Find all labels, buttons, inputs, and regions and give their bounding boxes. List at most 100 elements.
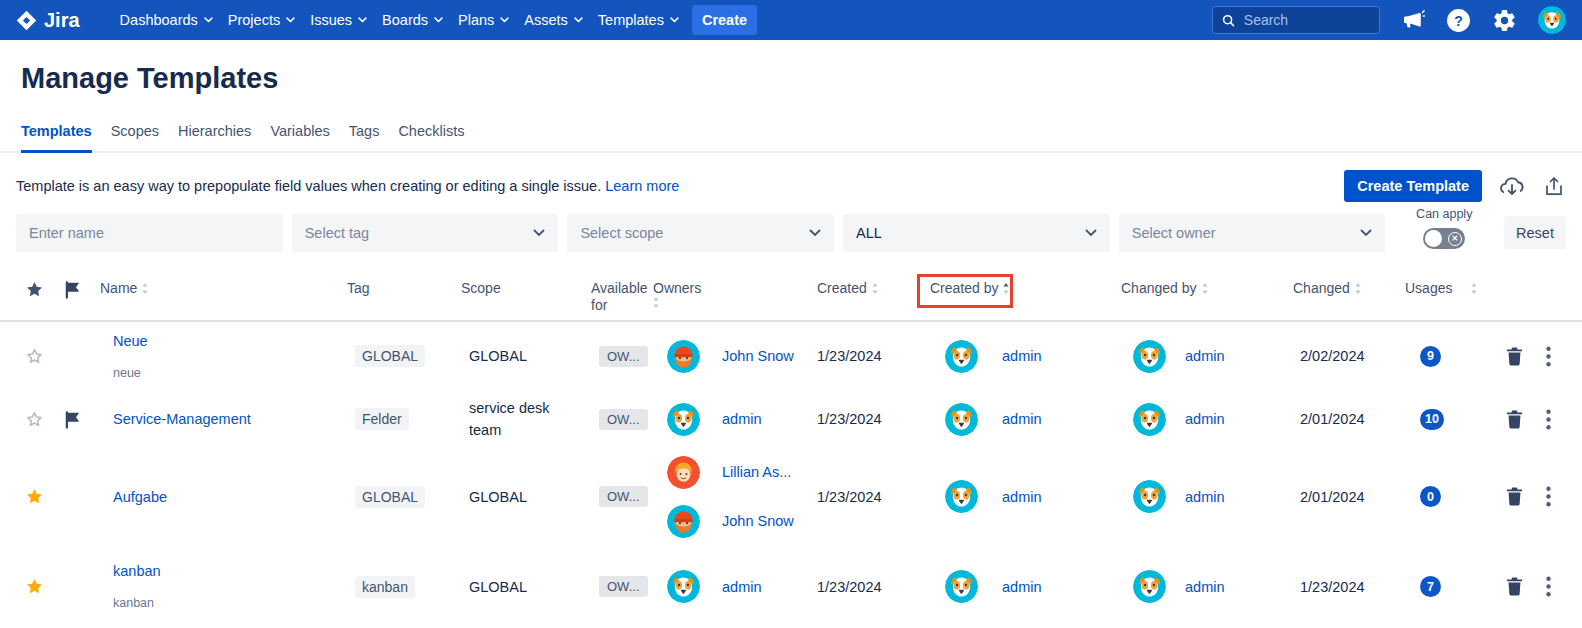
can-apply-toggle[interactable]: ✕ [1423,228,1465,249]
more-options-icon[interactable] [1546,486,1551,507]
owner-link[interactable]: admin [722,579,762,595]
tag-filter-select[interactable]: Select tag [292,214,559,252]
changed-by-avatar[interactable] [1133,570,1166,603]
created-by-link[interactable]: admin [1002,489,1042,505]
column-header-created_by[interactable]: Created by [917,280,1113,299]
tab-variables[interactable]: Variables [270,123,329,151]
tab-templates[interactable]: Templates [21,123,92,153]
owner-link[interactable]: Lillian As... [722,464,791,480]
created-by-avatar[interactable] [945,570,978,603]
changed-by-link[interactable]: admin [1185,411,1225,427]
changed-by-avatar[interactable] [1133,403,1166,436]
column-header-changed_by[interactable]: Changed by [1113,280,1285,299]
nav-item-assets[interactable]: Assets [524,12,583,28]
delete-icon[interactable] [1505,346,1524,367]
nav-item-boards[interactable]: Boards [382,12,443,28]
scope-filter-select[interactable]: Select scope [567,214,834,252]
more-options-icon[interactable] [1546,409,1551,430]
available-for-cell: OW... [583,409,645,430]
owner-avatar[interactable] [667,340,700,373]
template-name-link[interactable]: kanban [113,563,333,579]
template-name-link[interactable]: Service-Management [113,411,333,427]
name-filter-input[interactable] [16,214,283,252]
owner-link[interactable]: John Snow [722,348,794,364]
changed-by-link[interactable]: admin [1185,348,1225,364]
column-header-owners[interactable]: Owners [645,280,805,297]
nav-item-issues[interactable]: Issues [310,12,367,28]
column-header-created[interactable]: Created [805,280,917,299]
column-header-changed[interactable]: Changed [1285,280,1397,299]
nav-item-templates[interactable]: Templates [598,12,679,28]
column-header-available[interactable]: Availablefor [583,280,645,314]
chevron-down-icon [204,17,213,23]
created-by-avatar[interactable] [945,340,978,373]
template-name-link[interactable]: Neue [113,333,333,349]
create-template-button[interactable]: Create Template [1344,170,1482,202]
changed-by-avatar[interactable] [1133,340,1166,373]
changed-by-link[interactable]: admin [1185,579,1225,595]
tab-checklists[interactable]: Checklists [398,123,464,151]
created-by-link[interactable]: admin [1002,348,1042,364]
create-button[interactable]: Create [692,5,757,35]
created-by-link[interactable]: admin [1002,579,1042,595]
usages-badge[interactable]: 0 [1420,486,1441,507]
header-star-icon[interactable] [16,280,52,299]
import-templates-icon[interactable] [1499,173,1525,199]
tab-tags[interactable]: Tags [349,123,380,151]
available-for-lozenge[interactable]: OW... [599,576,648,597]
owner-avatar[interactable] [667,570,700,603]
usages-badge[interactable]: 7 [1420,576,1441,597]
star-outline-icon[interactable] [16,347,52,366]
tab-hierarchies[interactable]: Hierarchies [178,123,251,151]
flag-icon[interactable] [52,410,92,429]
owner-avatar[interactable] [667,505,700,538]
search-box[interactable] [1212,6,1380,34]
more-options-icon[interactable] [1546,346,1551,367]
delete-icon[interactable] [1505,486,1524,507]
available-for-lozenge[interactable]: OW... [599,346,648,367]
available-filter-select[interactable]: ALL [843,214,1110,252]
header-flag-icon[interactable] [52,280,92,299]
owner-avatar[interactable] [667,403,700,436]
created-by-avatar[interactable] [945,480,978,513]
owner-avatar[interactable] [667,456,700,489]
nav-item-dashboards[interactable]: Dashboards [120,12,213,28]
search-input[interactable] [1244,12,1370,28]
export-templates-icon[interactable] [1542,174,1566,198]
owner-filter-select[interactable]: Select owner [1119,214,1386,252]
delete-icon[interactable] [1505,409,1524,430]
column-header-tag[interactable]: Tag [339,280,453,297]
jira-logo[interactable]: Jira [16,9,80,32]
nav-item-projects[interactable]: Projects [228,12,295,28]
column-header-usages[interactable]: Usages [1397,280,1485,299]
reset-button[interactable]: Reset [1504,216,1566,249]
changed-by-avatar[interactable] [1133,480,1166,513]
help-icon[interactable]: ? [1446,8,1471,33]
learn-more-link[interactable]: Learn more [605,178,679,194]
created-by-avatar[interactable] [945,403,978,436]
column-header-name[interactable]: Name [92,280,339,299]
row-actions [1485,576,1582,597]
announcements-icon[interactable] [1401,8,1425,32]
template-name-link[interactable]: Aufgabe [113,489,333,505]
changed-by-cell: admin [1113,403,1285,436]
user-avatar[interactable] [1538,6,1566,34]
star-filled-icon[interactable] [16,577,52,596]
sort-icon [871,282,879,299]
usages-badge[interactable]: 9 [1420,346,1441,367]
nav-item-plans[interactable]: Plans [458,12,509,28]
column-header-scope[interactable]: Scope [453,280,583,297]
more-options-icon[interactable] [1546,576,1551,597]
settings-gear-icon[interactable] [1492,8,1517,33]
changed-by-link[interactable]: admin [1185,489,1225,505]
tab-scopes[interactable]: Scopes [111,123,159,151]
star-outline-icon[interactable] [16,410,52,429]
delete-icon[interactable] [1505,576,1524,597]
star-filled-icon[interactable] [16,487,52,506]
owner-link[interactable]: admin [722,411,762,427]
available-for-lozenge[interactable]: OW... [599,486,648,507]
owner-link[interactable]: John Snow [722,513,794,529]
created-by-link[interactable]: admin [1002,411,1042,427]
available-for-lozenge[interactable]: OW... [599,409,648,430]
usages-badge[interactable]: 10 [1420,409,1444,430]
